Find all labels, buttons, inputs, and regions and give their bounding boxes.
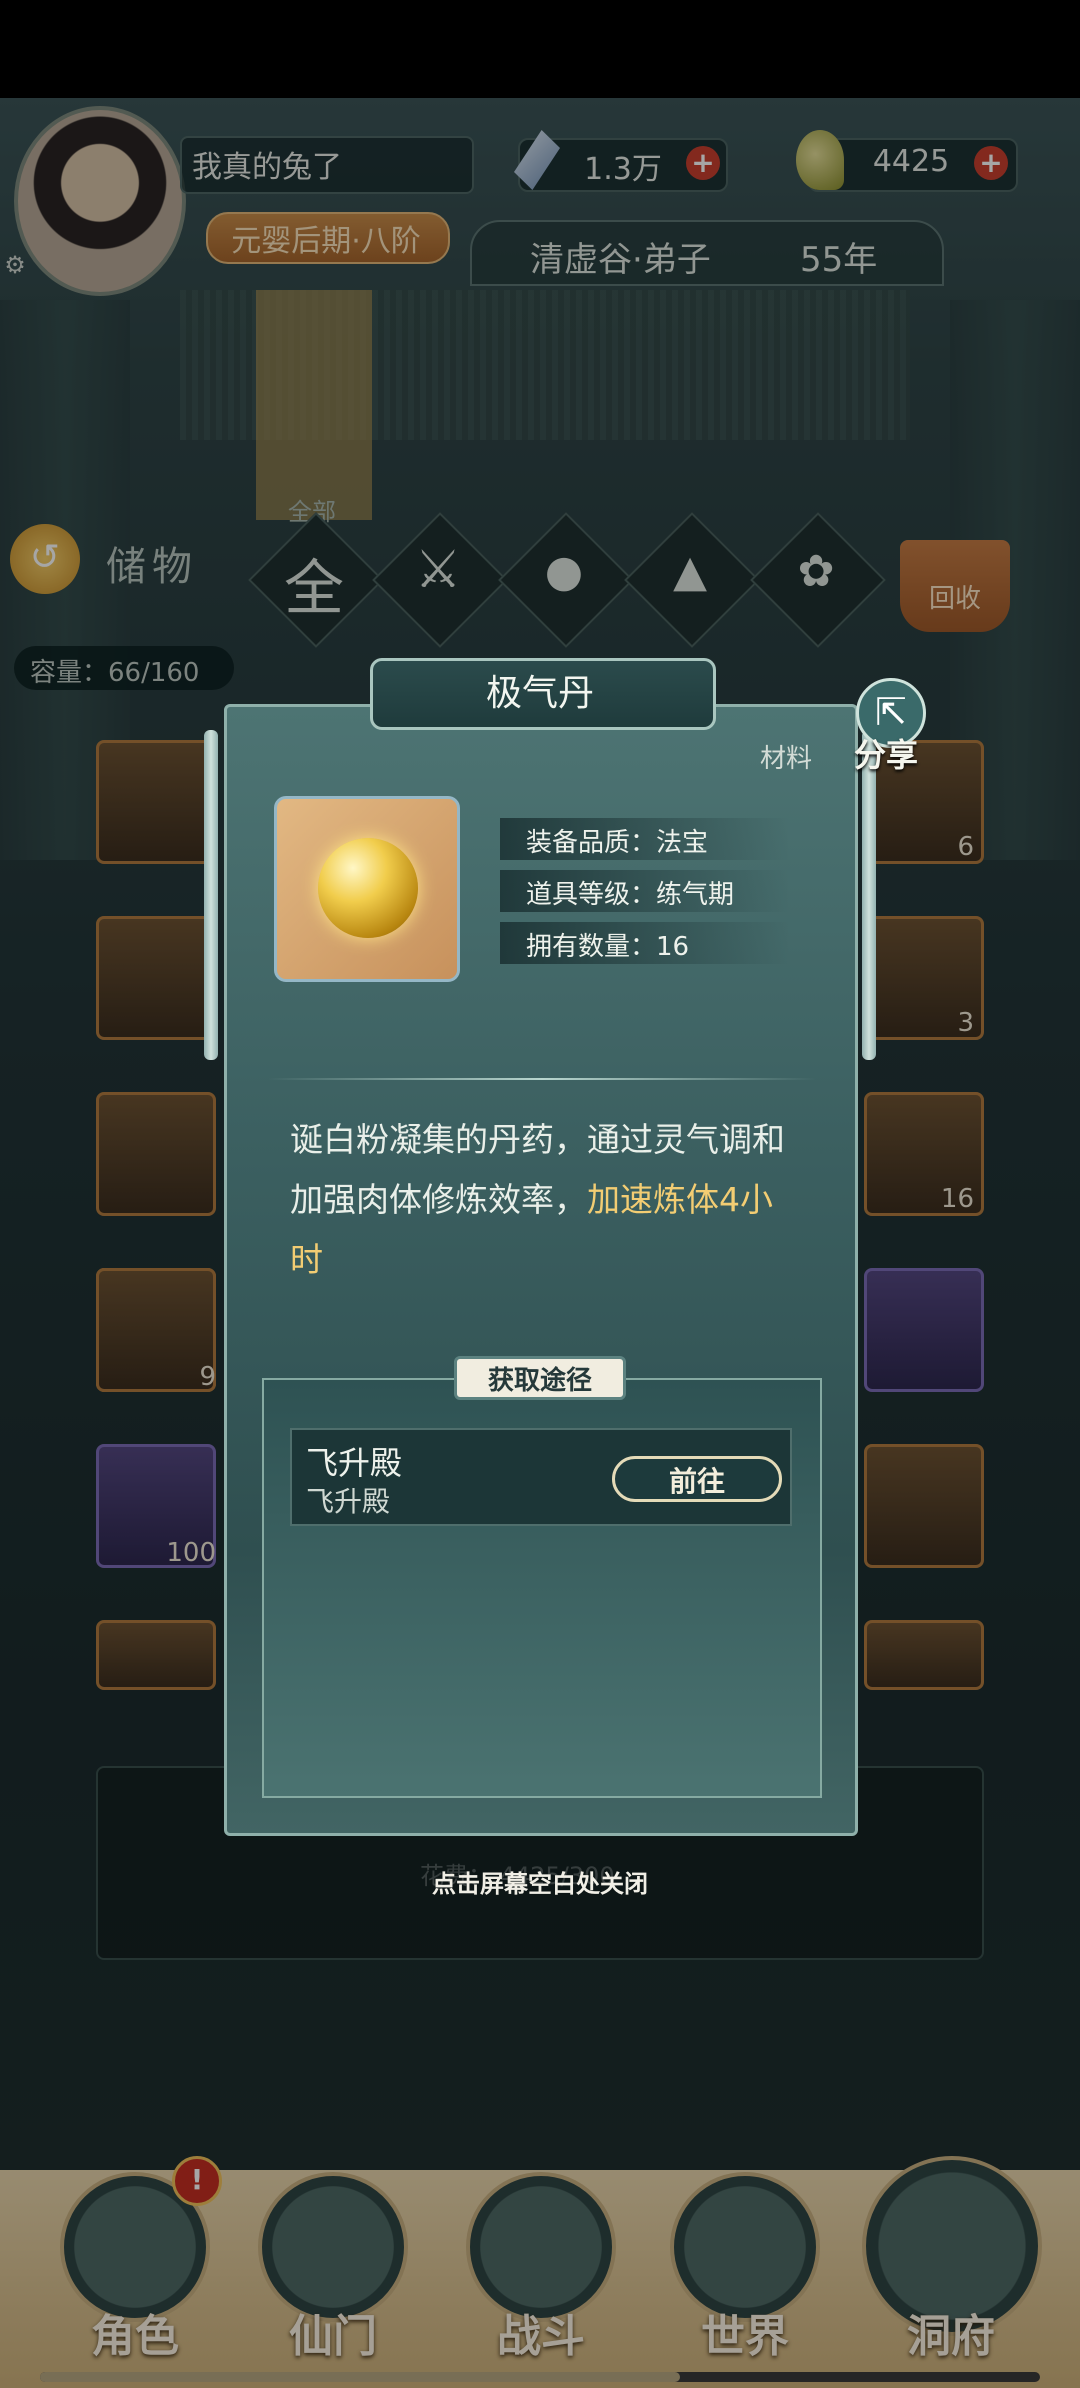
modal-divider (268, 1078, 816, 1080)
source-name: 飞升殿 (306, 1444, 403, 1482)
status-bar (0, 0, 1080, 98)
golden-pill-icon (318, 838, 418, 938)
right-tassel (862, 730, 876, 1060)
item-description: 诞白粉凝集的丹药，通过灵气调和加强肉体修炼效率，加速炼体4小时 (290, 1110, 800, 1290)
stat-quantity: 拥有数量：16 (526, 932, 690, 962)
stat-quality: 装备品质：法宝 (526, 828, 709, 858)
go-button-label[interactable]: 前往 (612, 1460, 782, 1500)
close-hint: 点击屏幕空白处关闭 (432, 1869, 648, 1898)
stat-level: 道具等级：练气期 (526, 880, 735, 910)
modal-title: 极气丹 (485, 673, 594, 714)
left-tassel (204, 730, 218, 1060)
share-label[interactable]: 分享 (854, 730, 918, 776)
source-title: 获取途径 (487, 1366, 592, 1396)
source-subtitle: 飞升殿 (306, 1485, 391, 1518)
item-type: 材料 (760, 744, 813, 774)
